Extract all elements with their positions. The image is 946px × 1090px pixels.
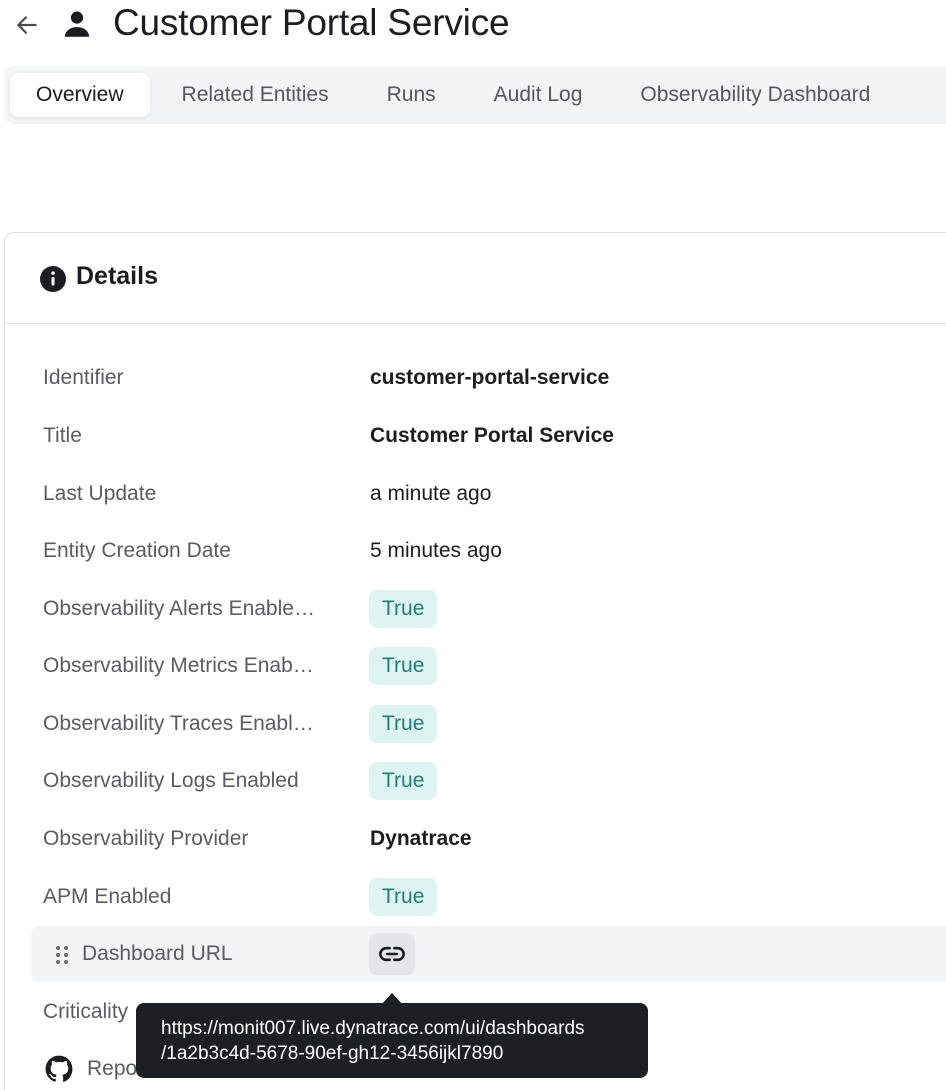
- tab-runs[interactable]: Runs: [361, 73, 462, 117]
- detail-row-alerts-enabled: Observability Alerts Enable… True: [5, 581, 946, 637]
- drag-handle-icon[interactable]: [55, 945, 69, 965]
- person-icon: [60, 7, 94, 41]
- detail-row-creation-date: Entity Creation Date 5 minutes ago: [5, 523, 946, 579]
- tab-observability-dashboard[interactable]: Observability Dashboard: [614, 73, 896, 117]
- status-badge: True: [369, 590, 438, 628]
- detail-value: a minute ago: [370, 482, 492, 505]
- dashboard-link-button[interactable]: [369, 933, 415, 975]
- detail-label: Observability Traces Enabl…: [43, 712, 314, 735]
- detail-label: Observability Metrics Enab…: [43, 654, 314, 677]
- tooltip-line: https://monit007.live.dynatrace.com/ui/d…: [161, 1018, 585, 1039]
- tab-audit-log[interactable]: Audit Log: [468, 73, 609, 117]
- status-badge: True: [369, 762, 438, 800]
- detail-label: APM Enabled: [43, 885, 172, 908]
- tooltip-line: /1a2b3c4d-5678-90ef-gh12-3456ijkl7890: [161, 1043, 504, 1064]
- detail-row-metrics-enabled: Observability Metrics Enab… True: [5, 638, 946, 694]
- detail-label: Last Update: [43, 482, 157, 505]
- status-badge: True: [369, 878, 438, 916]
- details-card-header: Details: [5, 233, 946, 324]
- detail-label: Identifier: [43, 366, 124, 389]
- detail-label: Dashboard URL: [82, 942, 233, 965]
- details-title: Details: [76, 262, 158, 290]
- details-card: Details Identifier customer-portal-servi…: [4, 232, 946, 1090]
- link-icon: [379, 946, 405, 962]
- tab-related-entities[interactable]: Related Entities: [156, 73, 355, 117]
- detail-value: 5 minutes ago: [370, 539, 502, 562]
- page-header: Customer Portal Service: [0, 0, 946, 50]
- detail-row-dashboard-url[interactable]: Dashboard URL: [31, 926, 946, 982]
- page-title: Customer Portal Service: [113, 2, 510, 43]
- detail-row-identifier: Identifier customer-portal-service: [5, 350, 946, 406]
- detail-row-provider: Observability Provider Dynatrace: [5, 811, 946, 867]
- status-badge: True: [369, 647, 438, 685]
- status-badge: True: [369, 705, 438, 743]
- tab-bar: Overview Related Entities Runs Audit Log…: [4, 66, 946, 124]
- detail-label: Entity Creation Date: [43, 539, 231, 562]
- info-icon: [40, 266, 66, 292]
- detail-row-last-update: Last Update a minute ago: [5, 466, 946, 522]
- detail-row-logs-enabled: Observability Logs Enabled True: [5, 753, 946, 809]
- detail-label: Observability Alerts Enable…: [43, 597, 315, 620]
- detail-row-title: Title Customer Portal Service: [5, 408, 946, 464]
- detail-label: Observability Logs Enabled: [43, 769, 299, 792]
- arrow-left-icon: [17, 16, 37, 34]
- detail-label: Title: [43, 424, 82, 447]
- detail-value: Customer Portal Service: [370, 424, 614, 447]
- tab-overview[interactable]: Overview: [10, 73, 150, 117]
- detail-row-traces-enabled: Observability Traces Enabl… True: [5, 696, 946, 752]
- detail-row-apm-enabled: APM Enabled True: [5, 869, 946, 925]
- url-tooltip: https://monit007.live.dynatrace.com/ui/d…: [136, 1003, 648, 1078]
- detail-value: customer-portal-service: [370, 366, 610, 389]
- detail-value: Dynatrace: [370, 827, 472, 850]
- back-button[interactable]: [12, 10, 42, 40]
- github-icon: [45, 1055, 73, 1082]
- detail-label: Observability Provider: [43, 827, 249, 850]
